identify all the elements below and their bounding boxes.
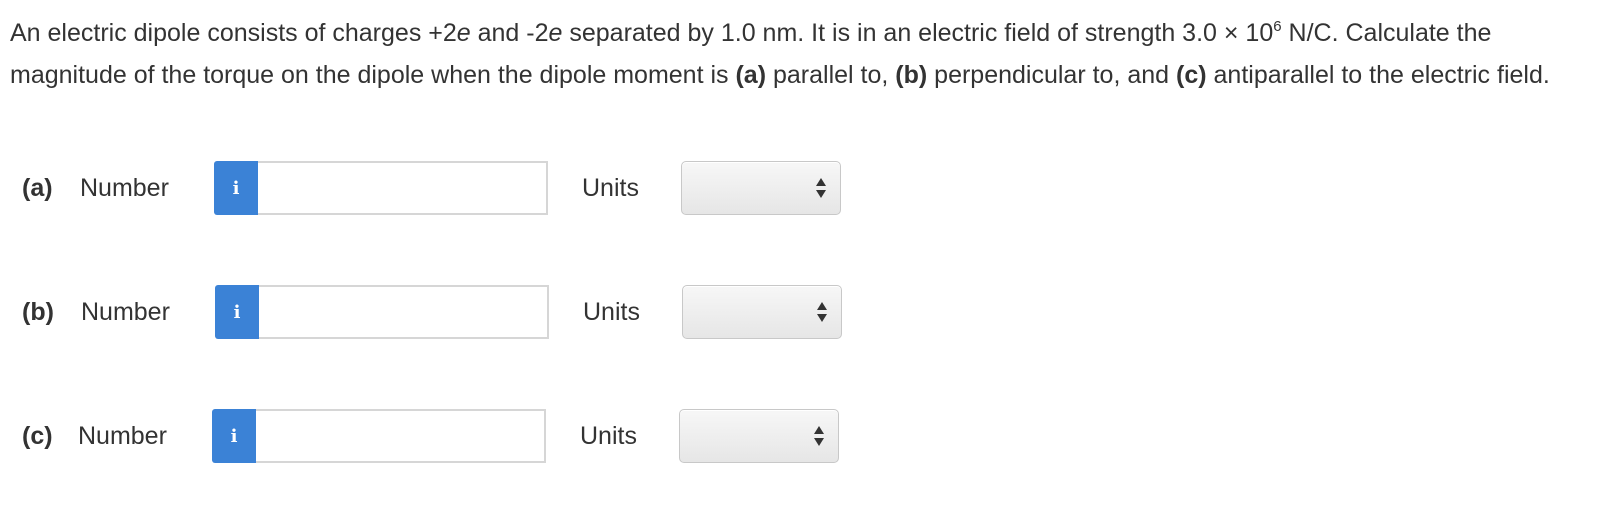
answer-row-c: (c) Number i Units (0, 409, 900, 465)
number-input-a[interactable] (258, 161, 548, 215)
units-label: Units (582, 174, 639, 202)
part-a-ref: (a) (735, 61, 767, 89)
number-label: Number (81, 298, 170, 326)
info-icon[interactable]: i (215, 285, 259, 339)
units-select-b[interactable] (682, 285, 842, 339)
question-segment: An electric dipole consists of charges +… (10, 19, 457, 47)
exponent: 6 (1273, 18, 1282, 35)
question-segment: and -2 (470, 19, 549, 47)
up-down-arrows-icon (817, 302, 827, 324)
part-label: (b) (22, 298, 54, 326)
question-segment: parallel to, (766, 61, 896, 89)
charge-symbol: e (456, 19, 471, 47)
question-segment: antiparallel to the electric field. (1206, 61, 1550, 89)
question-segment: perpendicular to, and (927, 61, 1176, 89)
units-label: Units (580, 422, 637, 450)
number-input-c[interactable] (256, 409, 546, 463)
question-segment: separated by 1.0 nm. It is in an electri… (562, 19, 1274, 47)
charge-symbol: e (548, 19, 563, 47)
info-icon[interactable]: i (214, 161, 258, 215)
number-input-b[interactable] (259, 285, 549, 339)
part-label: (c) (22, 422, 53, 450)
number-label: Number (78, 422, 167, 450)
part-c-ref: (c) (1176, 61, 1207, 89)
units-select-a[interactable] (681, 161, 841, 215)
part-label: (a) (22, 174, 53, 202)
info-icon[interactable]: i (212, 409, 256, 463)
part-b-ref: (b) (895, 61, 928, 89)
up-down-arrows-icon (814, 426, 824, 448)
question-text: An electric dipole consists of charges +… (10, 14, 1570, 94)
answer-row-b: (b) Number i Units (0, 285, 900, 341)
up-down-arrows-icon (816, 178, 826, 200)
number-label: Number (80, 174, 169, 202)
answer-row-a: (a) Number i Units (0, 161, 900, 217)
units-select-c[interactable] (679, 409, 839, 463)
units-label: Units (583, 298, 640, 326)
